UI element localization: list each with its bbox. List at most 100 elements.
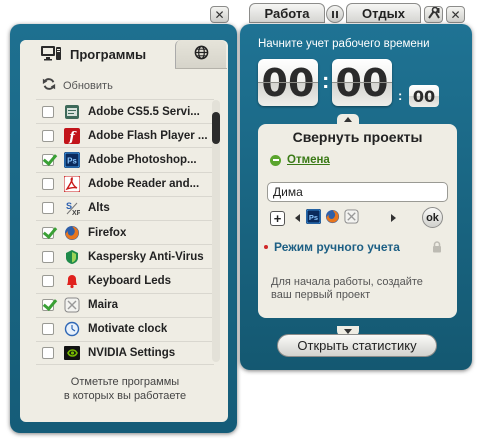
left-close-button[interactable]: ✕: [210, 6, 229, 23]
program-checkbox[interactable]: [42, 323, 54, 336]
close-icon: ✕: [450, 7, 461, 22]
program-checkbox[interactable]: [42, 153, 54, 166]
collapse-arrow-up[interactable]: [337, 114, 359, 124]
tab-websites[interactable]: [175, 40, 226, 68]
list-item[interactable]: Motivate clock: [36, 316, 214, 341]
minutes-display: 00: [332, 59, 392, 106]
list-item[interactable]: Firefox: [36, 219, 214, 244]
program-list: Adobe CS5.5 Servi... f Adobe Flash Playe…: [36, 99, 214, 366]
refresh-icon: [42, 77, 56, 94]
list-item[interactable]: Kaspersky Anti-Virus: [36, 244, 214, 268]
list-item[interactable]: f Adobe Flash Player ...: [36, 123, 214, 147]
next-icon-arrow[interactable]: [391, 214, 396, 222]
program-name: Alts: [88, 202, 110, 215]
tab-programs-label: Программы: [70, 46, 147, 62]
time-separator: :: [322, 68, 330, 93]
program-checkbox[interactable]: [42, 274, 54, 287]
program-name: Adobe Reader and...: [88, 178, 200, 191]
tab-programs[interactable]: Программы: [20, 40, 175, 68]
open-statistics-label: Открыть статистику: [297, 338, 417, 353]
open-statistics-button[interactable]: Открыть статистику: [277, 334, 437, 357]
tab-divider: [175, 68, 227, 69]
program-checkbox[interactable]: [42, 226, 54, 239]
program-checkbox[interactable]: [42, 299, 54, 312]
mode-label: Режим ручного учета: [274, 240, 400, 254]
hours-display: 00: [258, 59, 318, 106]
photoshop-icon[interactable]: Ps: [306, 209, 321, 227]
program-name: Adobe Flash Player ...: [88, 129, 208, 142]
program-checkbox[interactable]: [42, 105, 54, 118]
bell-icon: [64, 273, 80, 289]
tools-icon: [427, 6, 441, 22]
program-checkbox[interactable]: [42, 346, 54, 359]
clock-icon: [64, 321, 80, 337]
program-name: Maira: [88, 299, 119, 312]
program-checkbox[interactable]: [42, 202, 54, 215]
svg-text:XP: XP: [72, 210, 80, 216]
tab-work-label: Работа: [264, 5, 310, 21]
tab-rest[interactable]: Отдых: [346, 3, 421, 23]
photoshop-icon: Ps: [64, 151, 80, 168]
globe-icon: [194, 45, 209, 63]
program-name: NVIDIA Settings: [88, 346, 176, 359]
scrollbar-thumb[interactable]: [212, 112, 220, 144]
maira-icon[interactable]: [344, 209, 359, 227]
close-icon: ✕: [214, 7, 225, 22]
acrobat-icon: [64, 176, 80, 193]
list-item[interactable]: Keyboard Leds: [36, 268, 214, 292]
svg-text:Ps: Ps: [309, 213, 318, 222]
tab-work[interactable]: Работа: [249, 3, 325, 23]
program-name: Keyboard Leds: [88, 274, 172, 287]
program-list-scrollbar[interactable]: [212, 100, 220, 362]
firefox-icon: [64, 225, 80, 241]
program-name: Firefox: [88, 226, 127, 239]
add-icon-button[interactable]: +: [270, 210, 285, 226]
program-checkbox[interactable]: [42, 178, 54, 191]
settings-button[interactable]: [424, 6, 443, 23]
programs-hint-line-2: в которых вы работаете: [63, 390, 187, 402]
first-project-hint-line-1: Для начала работы, создайте: [271, 276, 423, 288]
adobe-cs-icon: [64, 104, 80, 120]
pause-button[interactable]: [326, 5, 344, 23]
program-name: Kaspersky Anti-Virus: [88, 250, 204, 263]
right-close-button[interactable]: ✕: [446, 6, 465, 23]
alts-icon: S XP: [64, 200, 80, 216]
program-name: Motivate clock: [88, 323, 168, 336]
timer-label: Начните учет рабочего времени: [258, 38, 430, 50]
firefox-icon[interactable]: [325, 209, 340, 227]
tab-rest-label: Отдых: [362, 5, 405, 21]
project-name-input[interactable]: [267, 182, 448, 202]
ok-button[interactable]: ok: [422, 207, 443, 228]
prev-icon-arrow[interactable]: [295, 214, 300, 222]
tracking-mode[interactable]: Режим ручного учета: [264, 240, 444, 254]
maira-icon: [64, 297, 80, 313]
collapse-projects-title[interactable]: Свернуть проекты: [258, 129, 457, 145]
list-item[interactable]: Adobe CS5.5 Servi...: [36, 99, 214, 123]
cancel-link[interactable]: Отмена: [270, 154, 330, 166]
list-item[interactable]: S XP Alts: [36, 195, 214, 220]
kaspersky-icon: [64, 249, 80, 265]
program-checkbox[interactable]: [42, 250, 54, 263]
monitor-icon: [40, 45, 62, 64]
minus-icon: [270, 154, 281, 166]
list-item[interactable]: Ps Adobe Photoshop...: [36, 147, 214, 171]
time-separator-small: :: [398, 88, 403, 103]
nvidia-icon: [64, 345, 80, 361]
program-name: Adobe Photoshop...: [88, 153, 197, 166]
program-name: Adobe CS5.5 Servi...: [88, 105, 200, 118]
first-project-hint-line-2: ваш первый проект: [271, 289, 371, 301]
project-icon-picker: + Ps: [270, 209, 396, 227]
mode-bullet-icon: [264, 245, 268, 249]
list-item[interactable]: Maira: [36, 292, 214, 317]
programs-hint: Отметьте программы в которых вы работает…: [36, 375, 214, 403]
list-item[interactable]: NVIDIA Settings: [36, 340, 214, 366]
first-project-hint: Для начала работы, создайте ваш первый п…: [271, 276, 451, 302]
flash-icon: f: [64, 127, 80, 144]
seconds-display: 00: [409, 85, 439, 107]
program-checkbox[interactable]: [42, 129, 54, 142]
lock-icon[interactable]: [432, 241, 442, 256]
list-item[interactable]: Adobe Reader and...: [36, 171, 214, 196]
refresh-button[interactable]: Обновить: [42, 77, 113, 94]
programs-hint-line-1: Отметьте программы: [70, 376, 180, 388]
refresh-label: Обновить: [63, 79, 113, 92]
